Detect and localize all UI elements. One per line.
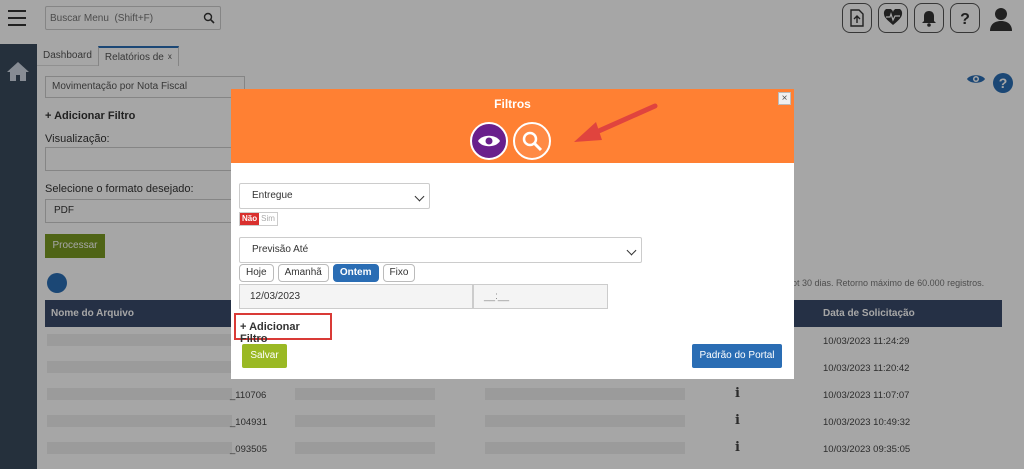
toggle-no[interactable]: Não [240, 213, 260, 225]
time-field[interactable]: __:__ [473, 284, 608, 309]
chip-ontem[interactable]: Ontem [332, 264, 379, 282]
filters-modal: Filtros × Entregue Não Sim Previsão Até … [231, 89, 794, 379]
modal-title: Filtros [494, 97, 531, 111]
magnifier-icon [522, 131, 543, 152]
chip-hoje[interactable]: Hoje [239, 264, 274, 282]
date-presets: Hoje Amanhã Ontem Fixo [239, 264, 416, 282]
status-select-value: Entregue [252, 190, 293, 201]
search-mode-button[interactable] [513, 122, 551, 160]
chevron-down-icon [414, 191, 425, 202]
chip-fixo[interactable]: Fixo [382, 264, 416, 282]
save-button[interactable]: Salvar [242, 344, 287, 368]
eye-icon [478, 135, 500, 147]
annotation-arrow-icon [574, 103, 658, 142]
date-filter-select[interactable]: Previsão Até [239, 237, 642, 263]
chevron-down-icon [626, 245, 637, 256]
yes-no-toggle[interactable]: Não Sim [239, 212, 278, 226]
add-filter-button[interactable]: + Adicionar Filtro [234, 313, 332, 345]
close-icon[interactable]: × [778, 92, 791, 105]
chip-amanha[interactable]: Amanhã [277, 264, 329, 282]
date-filter-select-value: Previsão Até [252, 244, 309, 255]
modal-header: Filtros × [231, 89, 794, 163]
view-mode-button[interactable] [470, 122, 508, 160]
status-select[interactable]: Entregue [239, 183, 430, 209]
date-field[interactable]: 12/03/2023 [239, 284, 473, 309]
toggle-yes[interactable]: Sim [259, 213, 277, 225]
portal-default-button[interactable]: Padrão do Portal [692, 344, 782, 368]
